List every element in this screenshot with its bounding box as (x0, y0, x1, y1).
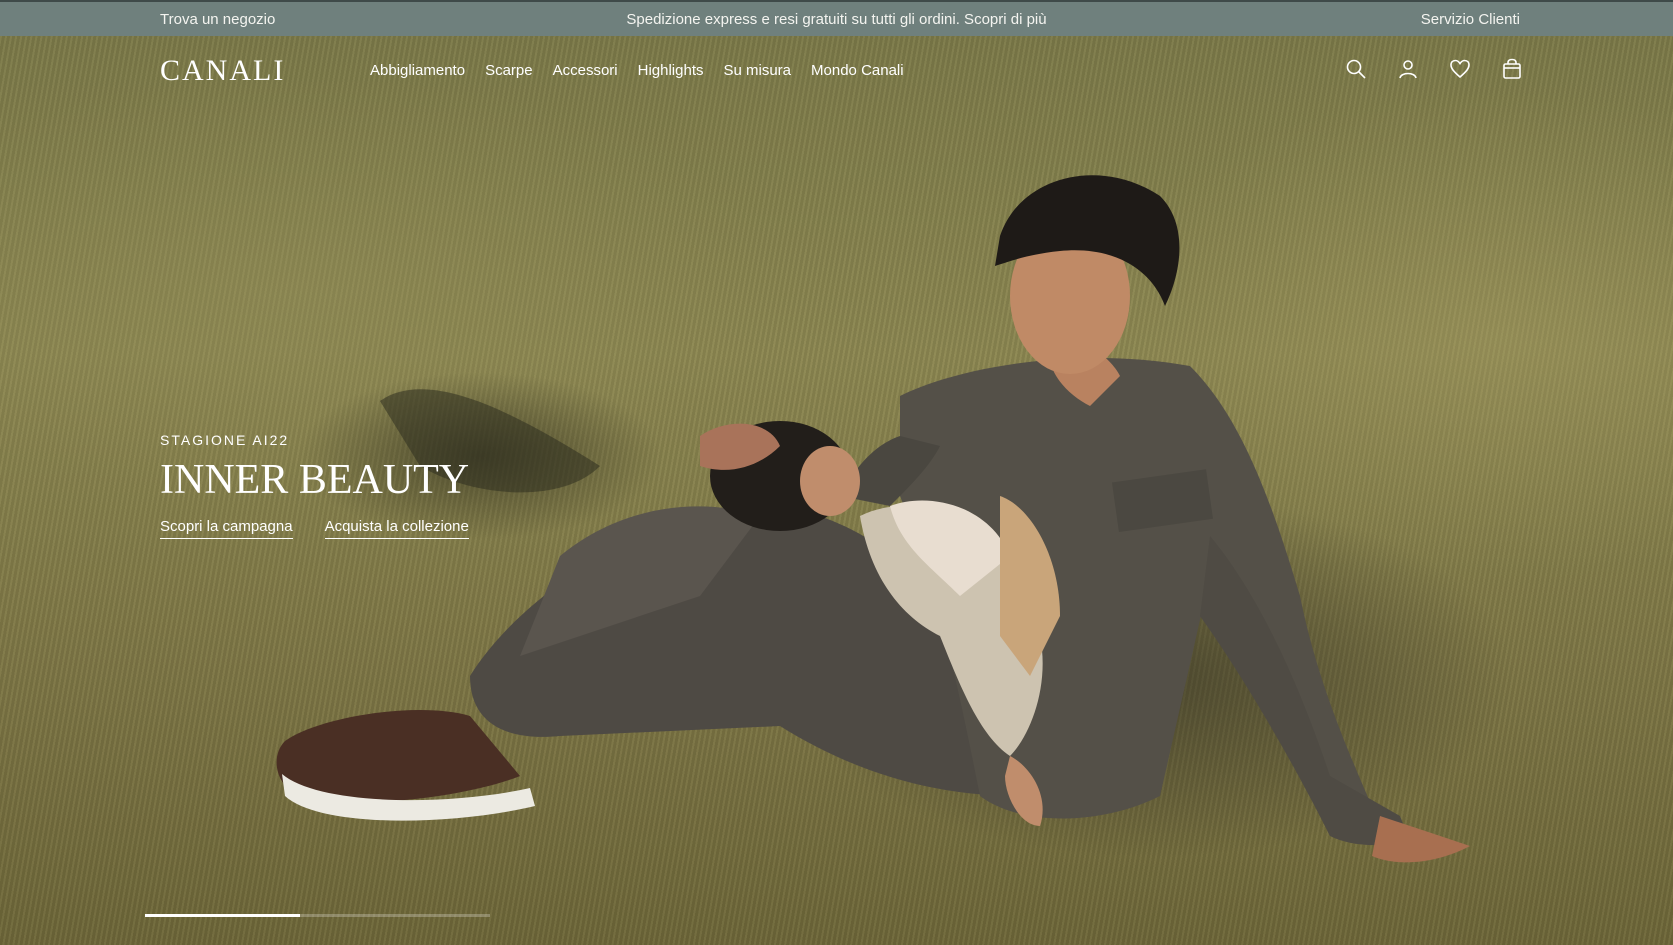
hero-caption: STAGIONE AI22 INNER BEAUTY Scopri la cam… (160, 432, 469, 539)
page: Trova un negozio Spedizione express e re… (0, 0, 1673, 945)
slide-progress-fill (145, 914, 301, 917)
announcement-bar: Trova un negozio Spedizione express e re… (0, 0, 1673, 36)
search-icon[interactable] (1345, 58, 1367, 80)
header-actions (1345, 58, 1523, 80)
main-header: CANALI Abbigliamento Scarpe Accessori Hi… (0, 36, 1673, 106)
canali-logo[interactable]: CANALI (160, 54, 285, 88)
shopping-bag-icon[interactable] (1501, 58, 1523, 80)
slide-progress-bar[interactable] (145, 914, 490, 917)
menu-item-highlights[interactable]: Highlights (638, 62, 704, 79)
menu-item-abbigliamento[interactable]: Abbigliamento (370, 62, 465, 79)
menu-item-mondo-canali[interactable]: Mondo Canali (811, 62, 904, 79)
menu-item-accessori[interactable]: Accessori (553, 62, 618, 79)
hero-ctas: Scopri la campagna Acquista la collezion… (160, 518, 469, 539)
menu-item-scarpe[interactable]: Scarpe (485, 62, 533, 79)
discover-campaign-link[interactable]: Scopri la campagna (160, 518, 293, 539)
main-menu: Abbigliamento Scarpe Accessori Highlight… (370, 62, 904, 79)
season-label: STAGIONE AI22 (160, 432, 290, 448)
wishlist-heart-icon[interactable] (1449, 58, 1471, 80)
campaign-headline: INNER BEAUTY (160, 457, 470, 503)
customer-service-link[interactable]: Servizio Clienti (1421, 11, 1520, 28)
account-icon[interactable] (1397, 58, 1419, 80)
shop-collection-link[interactable]: Acquista la collezione (324, 518, 469, 539)
menu-item-su-misura[interactable]: Su misura (724, 62, 792, 79)
